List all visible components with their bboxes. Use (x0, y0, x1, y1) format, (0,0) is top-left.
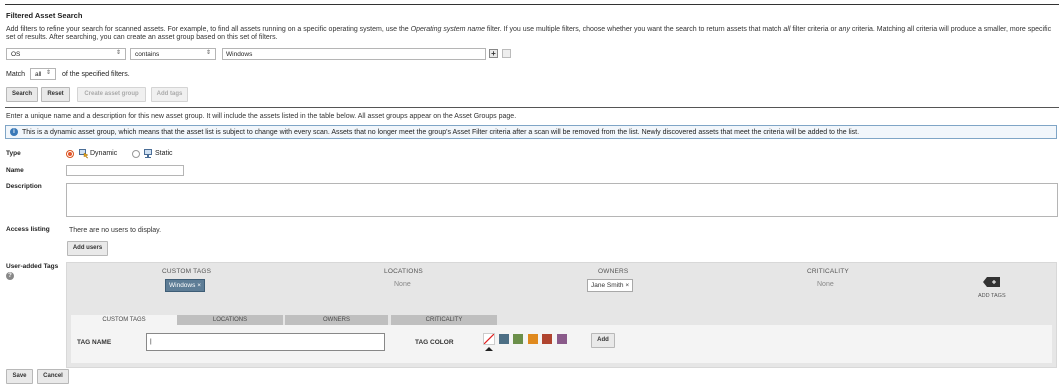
remove-owner-icon[interactable]: × (625, 282, 629, 289)
access-listing-label: Access listing (6, 226, 50, 233)
description-label: Description (6, 183, 42, 190)
tab-custom-tags[interactable]: CUSTOM TAGS (71, 315, 177, 325)
criticality-header: CRITICALITY (807, 268, 849, 275)
select-arrow-icon: ⇕ (115, 50, 121, 56)
top-border (5, 4, 1059, 5)
selected-color-caret-icon (485, 347, 493, 351)
remove-filter-icon[interactable] (502, 49, 511, 58)
type-static-radio[interactable] (132, 150, 140, 158)
panel-intro: Add filters to refine your search for sc… (6, 26, 1052, 41)
tab-criticality[interactable]: CRITICALITY (391, 315, 497, 325)
no-users-text: There are no users to display. (69, 227, 162, 234)
dynamic-info-banner: i This is a dynamic asset group, which me… (5, 125, 1057, 139)
search-button[interactable]: Search (6, 87, 38, 102)
color-swatch-green[interactable] (513, 334, 523, 344)
add-users-button[interactable]: Add users (67, 241, 108, 256)
section-divider (5, 107, 1059, 108)
add-tags-button[interactable]: Add tags (151, 87, 188, 102)
match-suffix: of the specified filters. (62, 71, 130, 78)
dynamic-group-icon (78, 148, 89, 161)
create-asset-group-button[interactable]: Create asset group (77, 87, 146, 102)
tag-name-input[interactable]: | (146, 333, 385, 351)
match-select[interactable]: all ⇕ (30, 68, 56, 80)
info-icon: i (10, 128, 18, 137)
select-arrow-icon: ⇕ (45, 70, 51, 76)
owners-header: OWNERS (598, 268, 629, 275)
select-arrow-icon: ⇕ (205, 50, 211, 56)
cancel-button[interactable]: Cancel (37, 369, 69, 384)
tag-color-label: TAG COLOR (415, 339, 454, 346)
type-label: Type (6, 150, 21, 157)
no-color-swatch[interactable] (483, 333, 495, 345)
criticality-value: None (817, 281, 834, 288)
description-textarea[interactable] (66, 183, 1058, 217)
owner-tag-chip[interactable]: Jane Smith × (587, 279, 634, 292)
custom-tag-chip[interactable]: Windows × (165, 279, 205, 292)
tab-owners[interactable]: OWNERS (285, 315, 388, 325)
save-button[interactable]: Save (6, 369, 33, 384)
type-static-label: Static (155, 150, 173, 157)
name-label: Name (6, 167, 24, 174)
tag-name-label: TAG NAME (77, 339, 112, 346)
match-label: Match (6, 71, 26, 78)
color-swatch-purple[interactable] (557, 334, 567, 344)
filter-field-select[interactable]: OS ⇕ (6, 48, 126, 60)
group-name-input[interactable] (66, 165, 184, 176)
group-intro: Enter a unique name and a description fo… (6, 113, 517, 120)
color-swatch-orange[interactable] (528, 334, 538, 344)
static-group-icon (143, 148, 153, 161)
add-tag-button[interactable]: Add (591, 333, 615, 348)
type-dynamic-label: Dynamic (90, 150, 118, 157)
panel-title: Filtered Asset Search (6, 11, 83, 20)
tab-locations[interactable]: LOCATIONS (177, 315, 283, 325)
type-dynamic-radio[interactable] (66, 150, 74, 158)
color-swatch-slate[interactable] (499, 334, 509, 344)
add-tags-link[interactable]: ADD TAGS (978, 293, 1006, 299)
color-swatch-red[interactable] (542, 334, 552, 344)
reset-button[interactable]: Reset (41, 87, 70, 102)
help-icon[interactable]: ? (6, 272, 14, 280)
locations-value: None (394, 281, 411, 288)
user-added-tags-label: User-added Tags (6, 263, 59, 270)
add-filter-icon[interactable]: + (489, 49, 498, 58)
remove-tag-icon[interactable]: × (197, 282, 201, 289)
add-tags-icon[interactable] (983, 277, 1000, 289)
tag-tab-strip: CUSTOM TAGS LOCATIONS OWNERS CRITICALITY (71, 315, 1052, 325)
locations-header: LOCATIONS (384, 268, 423, 275)
custom-tags-header: CUSTOM TAGS (162, 268, 212, 275)
filter-value-input[interactable]: Windows (222, 48, 486, 60)
filter-operator-select[interactable]: contains ⇕ (130, 48, 216, 60)
